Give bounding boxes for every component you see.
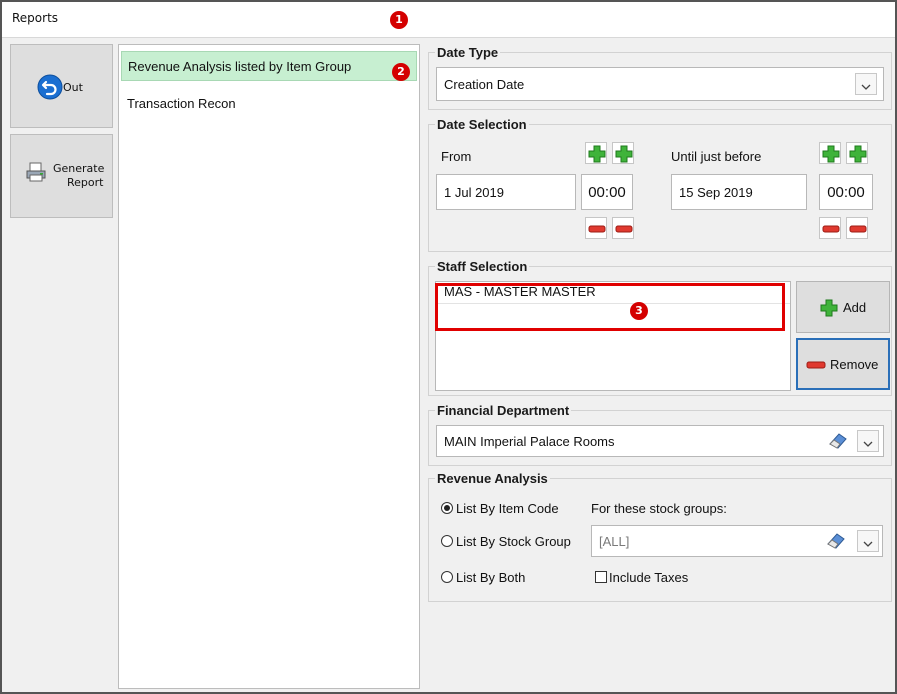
until-time-increment-button[interactable] — [846, 142, 868, 164]
minus-icon — [587, 219, 607, 242]
from-label: From — [441, 149, 472, 164]
radio-list-by-item-code[interactable]: List By Item Code — [441, 500, 581, 518]
out-button-label: Out — [63, 81, 83, 94]
radio-label: List By Item Code — [456, 501, 559, 516]
radio-indicator — [441, 502, 453, 514]
out-button[interactable]: Out — [10, 44, 113, 128]
minus-icon — [614, 219, 634, 242]
financial-department-group: Financial Department MAIN Imperial Palac… — [428, 403, 892, 466]
chevron-down-icon — [863, 437, 873, 451]
radio-indicator — [441, 571, 453, 583]
minus-icon — [848, 219, 868, 242]
financial-department-legend: Financial Department — [435, 403, 572, 418]
reports-window: Reports 1 Out Generate Report Revenue An… — [0, 0, 897, 694]
until-date-input[interactable]: 15 Sep 2019 — [671, 174, 807, 210]
revenue-analysis-group: Revenue Analysis List By Item Code List … — [428, 471, 892, 602]
date-type-select[interactable]: Creation Date — [436, 67, 884, 101]
plus-icon — [848, 144, 868, 167]
window-title: Reports — [12, 11, 59, 25]
from-date-increment-button[interactable] — [585, 142, 607, 164]
printer-icon — [25, 161, 47, 186]
radio-indicator — [441, 535, 453, 547]
generate-label-line2: Report — [67, 176, 104, 189]
until-label: Until just before — [671, 149, 762, 164]
remove-staff-label: Remove — [830, 357, 879, 372]
add-staff-button[interactable]: Add — [796, 281, 890, 333]
financial-department-dropdown-button[interactable] — [857, 430, 879, 452]
report-item-transaction-recon[interactable]: Transaction Recon — [121, 89, 417, 119]
report-item-revenue-analysis[interactable]: Revenue Analysis listed by Item Group — [121, 51, 417, 81]
date-type-group: Date Type Creation Date — [428, 45, 892, 110]
until-time-decrement-button[interactable] — [846, 217, 868, 239]
from-time-decrement-button[interactable] — [612, 217, 634, 239]
financial-department-value: MAIN Imperial Palace Rooms — [444, 433, 615, 449]
date-type-value: Creation Date — [444, 76, 525, 92]
radio-label: List By Both — [456, 570, 526, 585]
stock-groups-value: [ALL] — [599, 533, 630, 549]
plus-icon — [587, 144, 607, 167]
report-list: Revenue Analysis listed by Item Group Tr… — [118, 44, 420, 689]
highlight-box — [435, 283, 785, 331]
date-selection-group: Date Selection From Until just before 1 … — [428, 117, 892, 252]
eraser-icon[interactable] — [827, 430, 849, 453]
stock-groups-label: For these stock groups: — [591, 501, 727, 516]
remove-staff-button[interactable]: Remove — [796, 338, 890, 390]
until-date-value: 15 Sep 2019 — [679, 184, 753, 200]
minus-icon — [806, 355, 826, 378]
until-time-value: 00:00 — [827, 183, 865, 201]
include-taxes-checkbox[interactable]: Include Taxes — [595, 569, 715, 587]
report-item-label: Transaction Recon — [127, 96, 236, 111]
include-taxes-label: Include Taxes — [609, 570, 689, 585]
date-selection-legend: Date Selection — [435, 117, 529, 132]
until-time-input[interactable]: 00:00 — [819, 174, 873, 210]
radio-list-by-stock-group[interactable]: List By Stock Group — [441, 533, 581, 551]
plus-icon — [821, 144, 841, 167]
eraser-icon[interactable] — [825, 530, 847, 553]
from-date-decrement-button[interactable] — [585, 217, 607, 239]
action-bar: Out Generate Report — [10, 44, 114, 218]
staff-selection-legend: Staff Selection — [435, 259, 530, 274]
generate-report-button[interactable]: Generate Report — [10, 134, 113, 218]
minus-icon — [821, 219, 841, 242]
plus-icon — [614, 144, 634, 167]
until-date-decrement-button[interactable] — [819, 217, 841, 239]
report-item-label: Revenue Analysis listed by Item Group — [128, 59, 352, 74]
radio-list-by-both[interactable]: List By Both — [441, 569, 581, 587]
financial-department-select[interactable]: MAIN Imperial Palace Rooms — [436, 425, 884, 457]
annotation-marker-2: 2 — [392, 63, 410, 81]
date-type-dropdown-button[interactable] — [855, 73, 877, 95]
from-time-value: 00:00 — [588, 183, 626, 201]
from-date-input[interactable]: 1 Jul 2019 — [436, 174, 576, 210]
chevron-down-icon — [863, 537, 873, 551]
date-type-legend: Date Type — [435, 45, 501, 60]
chevron-down-icon — [861, 80, 871, 94]
stock-groups-dropdown-button[interactable] — [857, 530, 879, 552]
revenue-analysis-legend: Revenue Analysis — [435, 471, 550, 486]
until-date-increment-button[interactable] — [819, 142, 841, 164]
annotation-marker-3: 3 — [630, 302, 648, 320]
checkbox-indicator — [595, 571, 607, 583]
plus-icon — [819, 298, 839, 321]
add-staff-label: Add — [843, 300, 867, 315]
generate-label-line1: Generate — [53, 162, 105, 175]
from-time-input[interactable]: 00:00 — [581, 174, 633, 210]
staff-selection-group: Staff Selection MAS - MASTER MASTER Add … — [428, 259, 892, 396]
title-bar: Reports — [2, 2, 895, 38]
annotation-marker-1: 1 — [390, 11, 408, 29]
from-time-increment-button[interactable] — [612, 142, 634, 164]
from-date-value: 1 Jul 2019 — [444, 184, 504, 200]
back-arrow-icon — [37, 74, 63, 103]
radio-label: List By Stock Group — [456, 534, 571, 549]
